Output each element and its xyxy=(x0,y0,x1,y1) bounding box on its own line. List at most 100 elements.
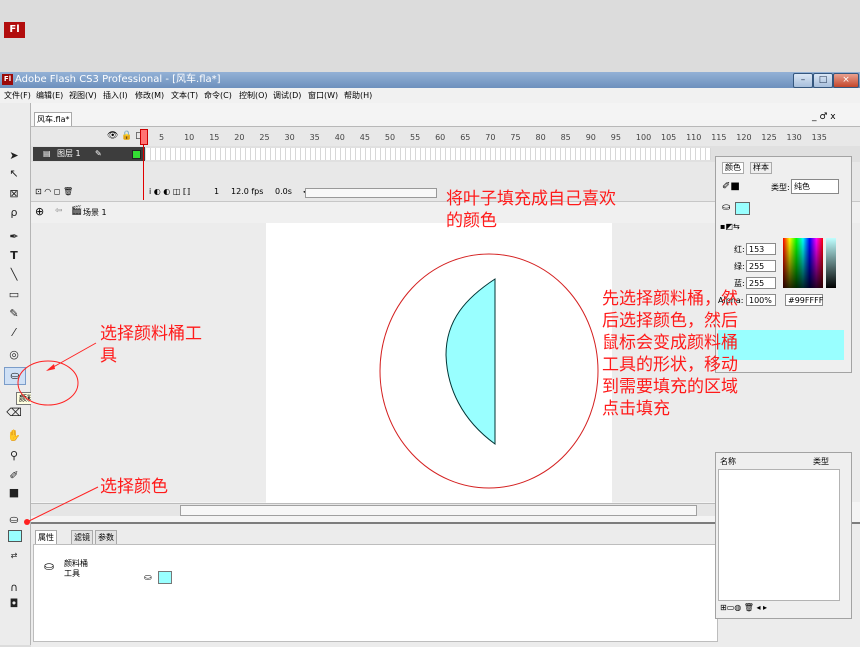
hand-tool-icon[interactable]: ✋ xyxy=(4,428,24,444)
tab-swatches[interactable]: 样本 xyxy=(750,162,772,174)
green-label: 绿: xyxy=(734,262,745,271)
swap-colors-icon[interactable]: ⇄ xyxy=(4,548,24,564)
minimize-icon[interactable]: – xyxy=(793,73,813,88)
library-buttons[interactable]: ⊞▭◍ 🗑 ◂ ▸ xyxy=(720,603,767,613)
menu-insert[interactable]: 插入(I) xyxy=(103,90,128,101)
brightness-slider[interactable] xyxy=(826,238,836,288)
frame-number: 75 xyxy=(510,133,521,142)
back-arrow-icon[interactable]: ⇦ xyxy=(55,206,63,216)
document-window-controls[interactable]: _ ♂ x xyxy=(812,112,836,122)
edit-scene-icon[interactable]: ⊕ xyxy=(35,205,44,218)
flash-logo: Fl xyxy=(4,22,25,38)
option-icon[interactable]: ◘ xyxy=(4,596,24,612)
type-label: 类型: xyxy=(771,183,790,192)
frame-number: 85 xyxy=(560,133,571,142)
fill-color-icon[interactable]: ⛀ xyxy=(722,203,730,213)
pen-tool-icon[interactable]: ✒ xyxy=(4,229,24,245)
subselection-tool-icon[interactable]: ↖ xyxy=(4,166,24,182)
frame-number: 5 xyxy=(159,133,165,142)
layer-label: 图层 1 xyxy=(57,149,81,158)
stroke-color-icon[interactable]: ✐ xyxy=(4,468,24,484)
onion-skin-icons[interactable]: ⅰ ◐ ◐ ◫ ⟦⟧ xyxy=(149,187,191,196)
playhead-handle[interactable] xyxy=(140,129,148,145)
menu-file[interactable]: 文件(F) xyxy=(4,90,31,101)
frame-number: 130 xyxy=(786,133,802,142)
alpha-input[interactable]: 100% xyxy=(746,294,776,306)
rectangle-tool-icon[interactable]: ▭ xyxy=(4,287,24,303)
frame-number: 45 xyxy=(359,133,370,142)
text-tool-icon[interactable]: T xyxy=(4,248,24,264)
frame-number: 55 xyxy=(410,133,421,142)
type-select[interactable]: 纯色 xyxy=(791,179,839,194)
frame-number: 120 xyxy=(736,133,752,142)
eraser-tool-icon[interactable]: ⌫ xyxy=(4,405,24,421)
fill-color-swatch[interactable] xyxy=(8,530,22,542)
menu-bar: 文件(F) 编辑(E) 视图(V) 插入(I) 修改(M) 文本(T) 命令(C… xyxy=(0,88,860,104)
stroke-color-icon[interactable]: ✐■ xyxy=(722,182,740,192)
menu-commands[interactable]: 命令(C) xyxy=(204,90,232,101)
hex-input[interactable]: #99FFFF xyxy=(785,294,823,306)
snap-icon[interactable]: ∩ xyxy=(4,580,24,596)
layer-outline-color[interactable] xyxy=(132,150,141,159)
blue-input[interactable]: 255 xyxy=(746,277,776,289)
menu-help[interactable]: 帮助(H) xyxy=(344,90,372,101)
window-title: Adobe Flash CS3 Professional - [风车.fla*] xyxy=(15,74,221,85)
ink-bottle-tool-icon[interactable]: ◎ xyxy=(4,347,24,363)
line-tool-icon[interactable]: ╲ xyxy=(4,267,24,283)
zoom-tool-icon[interactable]: ⚲ xyxy=(4,448,24,464)
annotation-fill-leaf: 将叶子填充成自己喜欢 的颜色 xyxy=(446,189,616,231)
layer-name[interactable]: ▤ 图层 1 ✎ xyxy=(33,147,145,161)
swap-icons[interactable]: ▪◩⇆ xyxy=(720,222,740,232)
tab-color[interactable]: 颜色 xyxy=(722,162,744,174)
tab-properties[interactable]: 属性 xyxy=(35,530,57,545)
tab-filters[interactable]: 滤镜 xyxy=(71,530,93,545)
fill-swatch[interactable] xyxy=(735,202,750,215)
name-header[interactable]: 名称 xyxy=(720,457,736,467)
tool-name: 颜料桶 工具 xyxy=(64,559,88,578)
selection-tool-icon[interactable]: ➤ xyxy=(4,148,24,164)
stage-scroll-thumb[interactable] xyxy=(180,505,697,516)
frame-number: 70 xyxy=(485,133,496,142)
scene-icon: 🎬 xyxy=(71,206,83,216)
red-input[interactable]: 153 xyxy=(746,243,776,255)
stage[interactable] xyxy=(266,223,612,503)
frame-number: 100 xyxy=(635,133,652,142)
frame-cells[interactable] xyxy=(146,148,711,160)
color-spectrum[interactable] xyxy=(783,238,823,288)
lasso-tool-icon[interactable]: ρ xyxy=(4,205,24,221)
frame-rate: 12.0 fps xyxy=(231,187,264,196)
frame-number: 40 xyxy=(334,133,345,142)
menu-edit[interactable]: 编辑(E) xyxy=(36,90,63,101)
type-header[interactable]: 类型 xyxy=(813,457,829,467)
document-tab[interactable]: 风车.fla* xyxy=(34,112,72,126)
fill-icon: ⛀ xyxy=(144,573,152,583)
frame-number: 60 xyxy=(435,133,446,142)
menu-text[interactable]: 文本(T) xyxy=(171,90,198,101)
menu-debug[interactable]: 调试(D) xyxy=(273,90,301,101)
annotation-instructions: 先选择颜料桶，然 后选择颜色，然后 鼠标会变成颜料桶 工具的形状，移动 到需要填… xyxy=(602,289,738,419)
menu-control[interactable]: 控制(O) xyxy=(239,90,268,101)
maximize-icon[interactable]: □ xyxy=(813,73,833,88)
timeline-scrollbar[interactable] xyxy=(305,188,437,198)
tab-parameters[interactable]: 参数 xyxy=(95,530,117,545)
fill-color-button[interactable] xyxy=(158,571,172,584)
stroke-swatch-icon[interactable]: ■ xyxy=(4,485,24,501)
fill-bucket-icon[interactable]: ⛀ xyxy=(4,512,24,528)
frame-number: 15 xyxy=(209,133,220,142)
paint-bucket-tool-icon[interactable]: ⛀ xyxy=(4,367,26,385)
library-list[interactable] xyxy=(718,469,840,601)
menu-view[interactable]: 视图(V) xyxy=(69,90,97,101)
pencil-tool-icon[interactable]: ✎ xyxy=(4,306,24,322)
free-transform-tool-icon[interactable]: ⊠ xyxy=(4,186,24,202)
library-panel: 名称 类型 ⊞▭◍ 🗑 ◂ ▸ xyxy=(715,452,852,619)
menu-modify[interactable]: 修改(M) xyxy=(135,90,164,101)
close-icon[interactable]: × xyxy=(833,73,859,88)
brush-tool-icon[interactable]: ⁄ xyxy=(4,325,24,341)
flash-app-icon: Fl xyxy=(2,74,13,85)
elapsed-time: 0.0s xyxy=(275,187,292,196)
layer-icon: ▤ xyxy=(43,149,51,158)
annotation-select-color: 选择颜色 xyxy=(100,477,168,497)
timeline-layer-buttons[interactable]: ⊡ ◠ ◻ 🗑 xyxy=(35,187,73,196)
menu-window[interactable]: 窗口(W) xyxy=(308,90,338,101)
green-input[interactable]: 255 xyxy=(746,260,776,272)
